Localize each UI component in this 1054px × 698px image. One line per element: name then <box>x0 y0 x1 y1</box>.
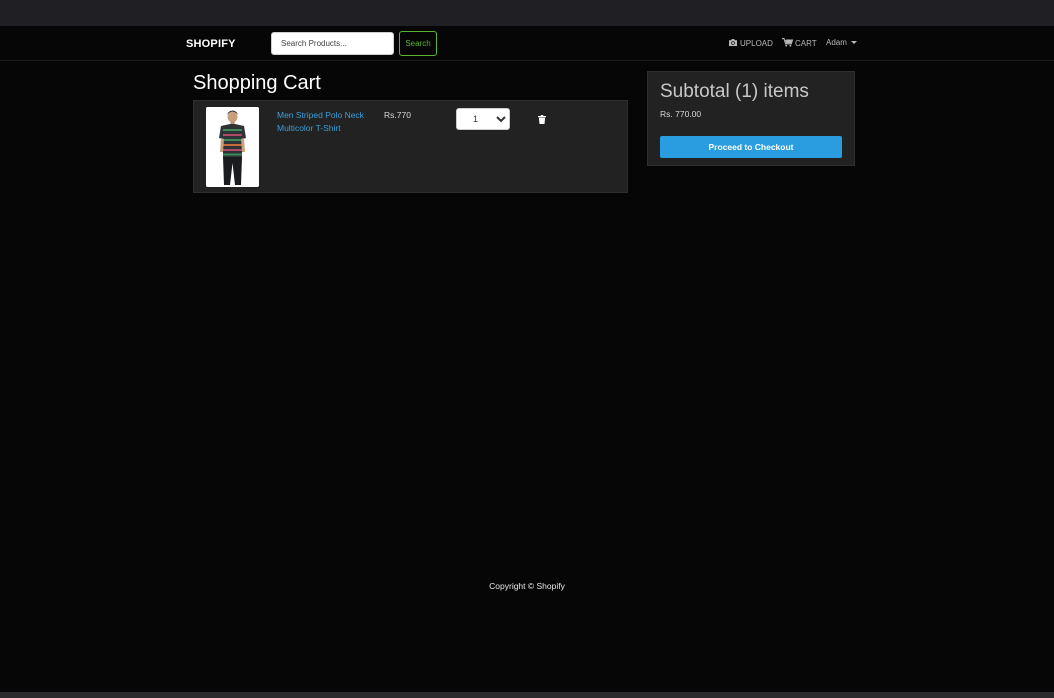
quantity-select[interactable]: 1 <box>456 108 510 130</box>
browser-top-bar <box>0 0 1054 26</box>
subtotal-title: Subtotal (1) items <box>660 81 809 102</box>
caret-down-icon <box>850 41 857 44</box>
order-summary-card: Subtotal (1) items Rs. 770.00 Proceed to… <box>647 71 855 166</box>
delete-item-button[interactable] <box>536 112 548 126</box>
product-image[interactable] <box>206 107 259 187</box>
camera-icon <box>728 38 738 49</box>
nav-cart-label: CART <box>795 39 817 48</box>
trash-icon <box>538 112 546 127</box>
search-input[interactable] <box>271 32 394 55</box>
nav-cart-link[interactable]: CART <box>782 38 817 49</box>
subtotal-amount: Rs. 770.00 <box>660 109 702 119</box>
nav-upload-label: UPLOAD <box>740 39 773 48</box>
footer-copyright: Copyright © Shopify <box>489 581 565 591</box>
user-dropdown[interactable]: Adam <box>826 38 857 47</box>
product-price: Rs.770 <box>384 110 411 120</box>
page-title: Shopping Cart <box>193 72 321 94</box>
product-name-link[interactable]: Men Striped Polo Neck Multicolor T-Shirt <box>277 109 377 135</box>
nav-upload-link[interactable]: UPLOAD <box>728 38 773 49</box>
proceed-to-checkout-button[interactable]: Proceed to Checkout <box>660 136 842 158</box>
user-name: Adam <box>826 38 847 47</box>
shopping-cart-icon <box>782 38 794 49</box>
cart-item-row: Men Striped Polo Neck Multicolor T-Shirt… <box>193 100 628 193</box>
navbar: SHOPIFY Search UPLOAD CART Adam <box>0 26 1054 61</box>
brand-logo[interactable]: SHOPIFY <box>186 38 236 50</box>
search-button[interactable]: Search <box>399 31 437 56</box>
browser-bottom-bar <box>0 692 1054 698</box>
